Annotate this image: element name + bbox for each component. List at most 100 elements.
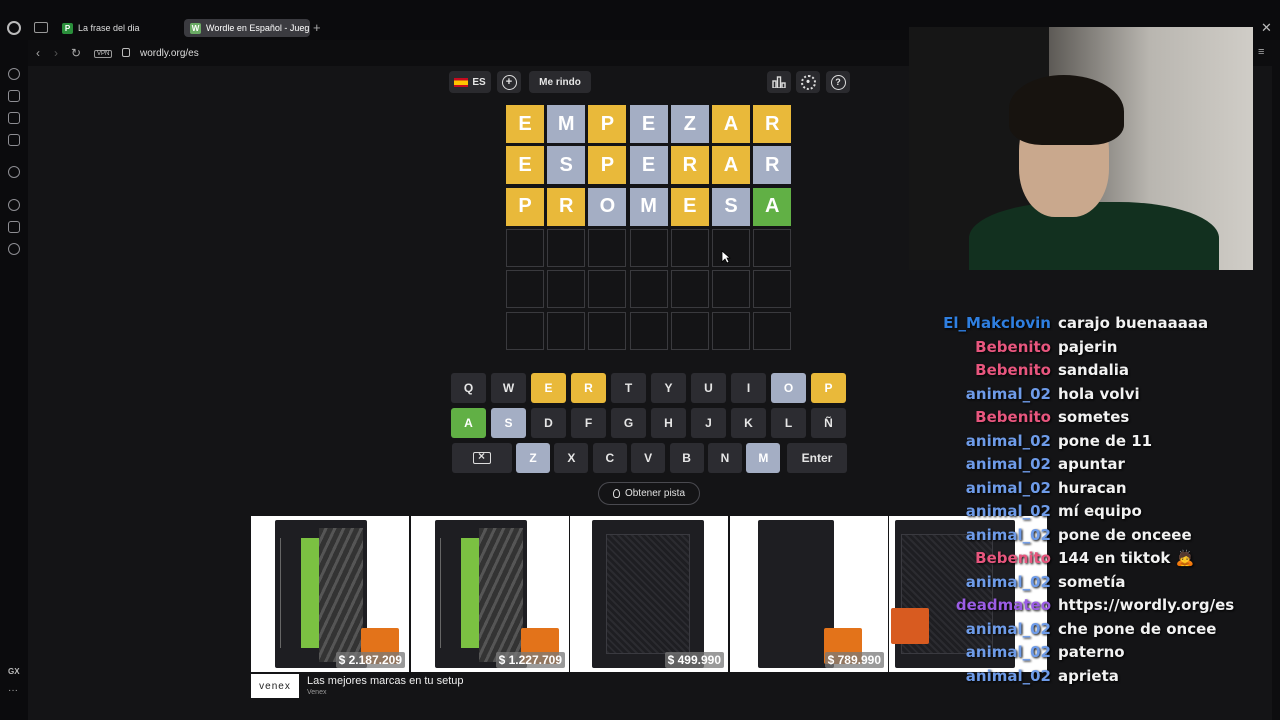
gx-label[interactable]: GX xyxy=(8,667,20,676)
ad-footer[interactable]: venex Las mejores marcas en tu setup Ven… xyxy=(251,674,671,700)
chat-message: El_Makclovin carajo buenaaaaa xyxy=(920,314,1260,336)
venex-logo: venex xyxy=(251,674,299,698)
letter-tile xyxy=(506,311,544,350)
settings-gear-icon[interactable] xyxy=(8,243,20,255)
key-q[interactable]: Q xyxy=(451,373,486,403)
ad-product-2[interactable]: $ 1.227.709 xyxy=(411,516,569,672)
stats-button[interactable] xyxy=(767,71,791,93)
tab-favicon-icon: W xyxy=(190,22,201,34)
key-o[interactable]: O xyxy=(771,373,806,403)
key-h[interactable]: H xyxy=(651,408,686,438)
extensions-icon[interactable] xyxy=(8,221,20,233)
ad-product-1[interactable]: $ 2.187.209 xyxy=(251,516,409,672)
key-m[interactable]: M xyxy=(746,443,781,473)
give-up-button[interactable]: Me rindo xyxy=(529,71,591,93)
chat-text: carajo buenaaaaa xyxy=(1058,314,1209,332)
chatgpt-icon[interactable] xyxy=(8,166,20,178)
language-button[interactable]: ES xyxy=(449,71,491,93)
key-d[interactable]: D xyxy=(531,408,566,438)
key-f[interactable]: F xyxy=(571,408,606,438)
hint-label: Obtener pista xyxy=(624,488,686,499)
ad-title: Las mejores marcas en tu setup xyxy=(307,675,464,687)
key-v[interactable]: V xyxy=(631,443,666,473)
spec-icons xyxy=(280,538,294,648)
pc-case-image xyxy=(592,520,704,668)
key-j[interactable]: J xyxy=(691,408,726,438)
chat-username: animal_02 xyxy=(965,502,1051,520)
ad-product-4[interactable]: $ 789.990 xyxy=(730,516,888,672)
key-t[interactable]: T xyxy=(611,373,646,403)
letter-tile xyxy=(547,228,586,267)
key-b[interactable]: B xyxy=(669,443,704,473)
close-window-icon[interactable]: ✕ xyxy=(1261,20,1272,36)
notes-icon[interactable] xyxy=(8,112,20,124)
letter-tile xyxy=(753,270,792,309)
lock-icon[interactable] xyxy=(122,48,130,57)
letter-tile xyxy=(547,270,586,309)
lightbulb-icon xyxy=(612,489,620,498)
key-z[interactable]: Z xyxy=(516,443,550,473)
forward-icon[interactable]: › xyxy=(54,46,58,60)
hint-button[interactable]: Obtener pista xyxy=(598,482,700,505)
key-ñ[interactable]: Ñ xyxy=(811,408,846,438)
chat-text: hola volvi xyxy=(1058,384,1140,403)
more-dots-icon[interactable]: ··· xyxy=(8,685,18,696)
letter-tile xyxy=(670,228,709,267)
key-a[interactable]: A xyxy=(451,408,486,438)
new-tab-button[interactable]: + xyxy=(313,20,321,35)
key-y[interactable]: Y xyxy=(651,373,686,403)
key-x[interactable]: X xyxy=(554,443,589,473)
chat-message: animal_02 pone de 11 xyxy=(920,432,1260,454)
chat-text: che pone de oncee xyxy=(1058,619,1217,638)
back-icon[interactable]: ‹ xyxy=(36,46,40,60)
streamer-hair xyxy=(1009,75,1124,145)
history-icon[interactable] xyxy=(8,199,20,211)
letter-tile xyxy=(588,270,627,309)
key-k[interactable]: K xyxy=(731,408,766,438)
tab-islands-icon[interactable] xyxy=(34,22,48,33)
key-l[interactable]: L xyxy=(771,408,806,438)
opera-logo-icon[interactable] xyxy=(7,21,21,35)
letter-tile: P xyxy=(588,105,627,143)
gear-icon: • xyxy=(800,74,816,90)
key-g[interactable]: G xyxy=(611,408,646,438)
url-field[interactable]: wordly.org/es xyxy=(140,48,199,59)
reload-icon[interactable]: ↻ xyxy=(71,46,81,60)
settings-button[interactable]: • xyxy=(796,71,820,93)
key-e[interactable]: E xyxy=(531,373,566,403)
case-glass-panel xyxy=(479,528,523,662)
question-icon: ? xyxy=(830,74,846,90)
help-button[interactable]: ? xyxy=(826,71,850,93)
key-p[interactable]: P xyxy=(811,373,846,403)
key-c[interactable]: C xyxy=(592,443,627,473)
product-price: $ 789.990 xyxy=(824,652,884,668)
pc-case-image xyxy=(275,520,367,668)
chat-message: animal_02 mí equipo xyxy=(920,502,1260,524)
key-r[interactable]: R xyxy=(571,373,606,403)
backspace-key[interactable] xyxy=(452,443,512,473)
tab-wordle[interactable]: W Wordle en Español - Jueg xyxy=(184,19,310,37)
tab-la-frase-del-dia[interactable]: P La frase del dia xyxy=(56,19,180,37)
pc-case-image xyxy=(758,520,834,668)
streamer-shirt xyxy=(969,202,1219,270)
key-n[interactable]: N xyxy=(708,443,742,473)
mail-icon[interactable] xyxy=(8,134,20,146)
chat-username: animal_02 xyxy=(965,384,1051,403)
spain-flag-icon xyxy=(454,77,469,87)
plus-circle-icon: + xyxy=(501,74,517,90)
vpn-badge[interactable]: VPN xyxy=(94,50,113,58)
menu-lines-icon[interactable]: ≡ xyxy=(1258,46,1264,58)
key-s[interactable]: S xyxy=(491,408,526,438)
new-game-button[interactable]: + xyxy=(497,71,521,93)
refresh-panel-icon[interactable] xyxy=(8,68,20,80)
key-u[interactable]: U xyxy=(691,373,726,403)
letter-tile: O xyxy=(588,187,627,226)
key-w[interactable]: W xyxy=(491,373,526,403)
chat-text: https://wordly.org/es xyxy=(1058,596,1235,614)
key-i[interactable]: I xyxy=(731,373,766,403)
ad-product-3[interactable]: $ 499.990 xyxy=(570,516,728,672)
enter-key[interactable]: Enter xyxy=(787,443,847,473)
letter-tile xyxy=(629,311,668,350)
tab-label: Wordle en Español - Jueg xyxy=(206,23,310,33)
shopping-icon[interactable] xyxy=(8,90,20,102)
